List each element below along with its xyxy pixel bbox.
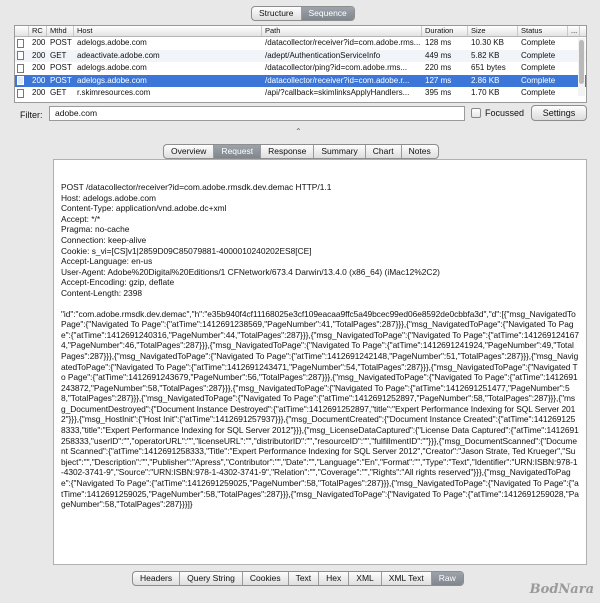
checkbox-box[interactable] [471, 108, 481, 118]
tab-chart[interactable]: Chart [366, 145, 402, 158]
header-line: User-Agent: Adobe%20Digital%20Editions/1… [61, 266, 440, 277]
table-row[interactable]: 200 POST adelogs.adobe.com /datacollecto… [15, 37, 586, 50]
row-method: POST [50, 75, 72, 85]
row-method: GET [50, 50, 67, 60]
request-body: "id":"com.adobe.rmsdk.dev.demac","h":"e3… [61, 308, 580, 510]
tab-response[interactable]: Response [261, 145, 315, 158]
row-host: adelogs.adobe.com [77, 38, 147, 48]
column-header-status[interactable]: Status [518, 26, 568, 36]
table-row[interactable]: 200 GET adeactivate.adobe.com /adept/Aut… [15, 49, 586, 62]
filter-input[interactable]: adobe.com [49, 106, 465, 121]
row-path: /datacollector/receiver?id=com.adobe.r..… [265, 75, 410, 85]
row-status: Complete [521, 50, 556, 60]
row-status: Complete [521, 38, 556, 48]
row-rc: 200 [32, 50, 46, 60]
header-line: Accept-Encoding: gzip, deflate [61, 277, 175, 288]
row-status: Complete [521, 75, 556, 85]
header-line: Cookie: s_vi=[CS]v1|2859D09C85079881-400… [61, 245, 312, 256]
tab-query-string[interactable]: Query String [180, 572, 243, 585]
row-host: adeactivate.adobe.com [77, 50, 160, 60]
tab-summary[interactable]: Summary [314, 145, 366, 158]
tab-notes[interactable]: Notes [402, 145, 438, 158]
tab-sequence[interactable]: Sequence [301, 7, 354, 20]
row-duration: 449 ms [425, 50, 452, 60]
header-line: Content-Type: application/vnd.adobe.dc+x… [61, 203, 227, 214]
row-status: Complete [521, 63, 556, 73]
row-rc: 200 [32, 38, 46, 48]
format-tabs: Headers Query String Cookies Text Hex XM… [132, 571, 464, 586]
split-handle-icon[interactable]: ⌃ [295, 127, 302, 136]
tab-xml-text[interactable]: XML Text [382, 572, 432, 585]
row-size: 10.30 KB [471, 38, 504, 48]
table-scrollbar[interactable] [578, 38, 585, 96]
tab-text[interactable]: Text [289, 572, 320, 585]
row-host: r.skimresources.com [77, 88, 151, 98]
row-rc: 200 [32, 75, 46, 85]
row-size: 2.86 KB [471, 75, 500, 85]
row-duration: 127 ms [425, 75, 452, 85]
document-icon [17, 88, 24, 98]
table-row[interactable]: 200 POST adelogs.adobe.com /datacollecto… [15, 62, 586, 75]
row-method: POST [50, 38, 72, 48]
tab-structure[interactable]: Structure [252, 7, 302, 20]
row-method: GET [50, 88, 67, 98]
row-method: POST [50, 63, 72, 73]
document-icon [17, 51, 24, 61]
tab-cookies[interactable]: Cookies [243, 572, 289, 585]
table-row-selected[interactable]: 200 POST adelogs.adobe.com /datacollecto… [15, 74, 586, 87]
tab-overview[interactable]: Overview [164, 145, 215, 158]
table-header: RC Mthd Host Path Duration Size Status .… [15, 26, 586, 37]
row-size: 1.70 KB [471, 88, 500, 98]
scrollbar-thumb[interactable] [579, 40, 584, 84]
focussed-label: Focussed [485, 108, 525, 118]
column-header-size[interactable]: Size [468, 26, 518, 36]
row-duration: 128 ms [425, 38, 452, 48]
header-line: Accept: */* [61, 213, 101, 224]
header-line: Content-Length: 2398 [61, 287, 143, 298]
row-status: Complete [521, 88, 556, 98]
column-header-method[interactable]: Mthd [47, 26, 74, 36]
tab-raw[interactable]: Raw [431, 572, 463, 585]
tab-xml[interactable]: XML [349, 572, 382, 585]
row-host: adelogs.adobe.com [77, 75, 147, 85]
row-duration: 220 ms [425, 63, 452, 73]
row-path: /datacollector/receiver?id=com.adobe.rms… [265, 38, 421, 48]
header-line: Pragma: no-cache [61, 224, 130, 235]
header-line: Connection: keep-alive [61, 234, 147, 245]
tab-request[interactable]: Request [214, 145, 262, 158]
request-table: RC Mthd Host Path Duration Size Status .… [14, 25, 587, 103]
detail-tabs: Overview Request Response Summary Chart … [163, 144, 439, 159]
view-mode-segmented-control: Structure Sequence [251, 6, 355, 21]
document-icon [17, 63, 24, 73]
header-line: Accept-Language: en-us [61, 256, 153, 267]
tab-headers[interactable]: Headers [133, 572, 181, 585]
row-size: 651 bytes [471, 63, 506, 73]
column-header-more[interactable]: ... [568, 26, 580, 36]
row-duration: 395 ms [425, 88, 452, 98]
column-header-path[interactable]: Path [262, 26, 422, 36]
focussed-checkbox[interactable]: Focussed [471, 108, 524, 118]
row-rc: 200 [32, 63, 46, 73]
column-header-duration[interactable]: Duration [422, 26, 468, 36]
row-host: adelogs.adobe.com [77, 63, 147, 73]
request-line: POST /datacollector/receiver?id=com.adob… [61, 182, 332, 192]
document-icon [17, 38, 24, 48]
raw-request-view[interactable]: POST /datacollector/receiver?id=com.adob… [53, 159, 587, 565]
watermark: BodNara [529, 582, 594, 597]
settings-button[interactable]: Settings [531, 105, 587, 121]
table-row[interactable]: 200 GET r.skimresources.com /api/?callba… [15, 87, 586, 100]
column-header-rc[interactable]: RC [29, 26, 47, 36]
column-header-host[interactable]: Host [74, 26, 262, 36]
row-path: /api/?callback=skimlinksApplyHandlers... [265, 88, 410, 98]
row-rc: 200 [32, 88, 46, 98]
row-path: /datacollector/ping?id=com.adobe.rms... [265, 63, 408, 73]
header-icon-column[interactable] [15, 26, 29, 36]
row-size: 5.82 KB [471, 50, 500, 60]
row-path: /adept/AuthenticationServiceInfo [265, 50, 381, 60]
tab-hex[interactable]: Hex [319, 572, 350, 585]
document-icon [17, 76, 24, 86]
filter-label: Filter: [20, 110, 43, 120]
header-line: Host: adelogs.adobe.com [61, 192, 156, 203]
